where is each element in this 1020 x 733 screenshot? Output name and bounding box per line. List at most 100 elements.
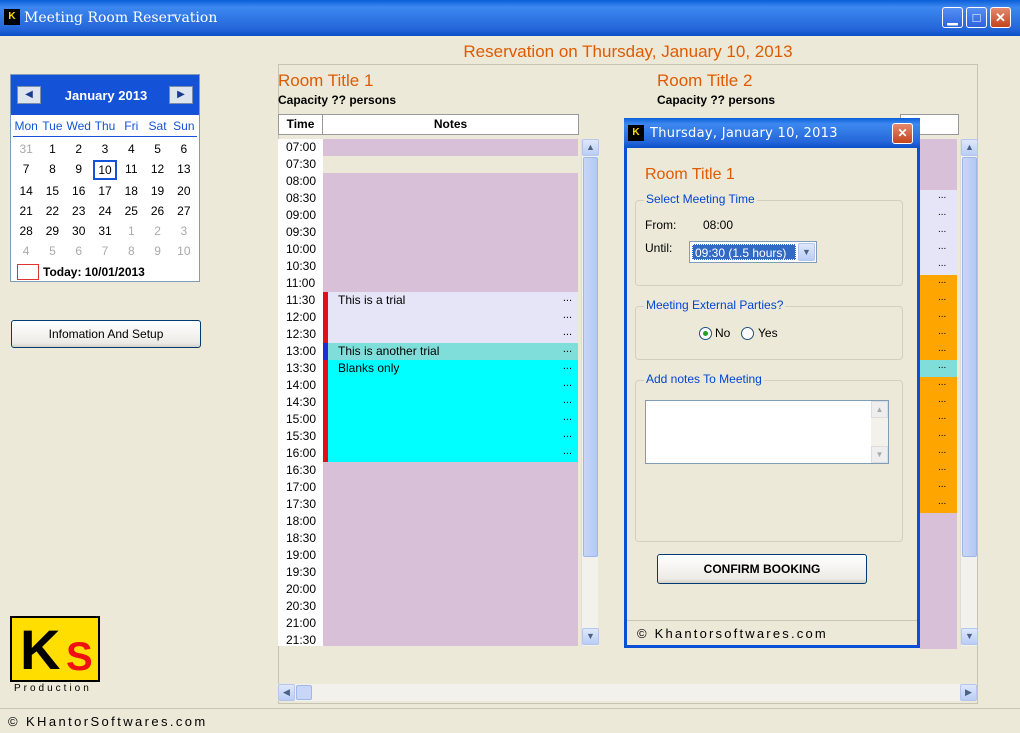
slot-more-icon[interactable]: ... (938, 207, 946, 218)
schedule-row[interactable]: 13:00 This is another trial... (278, 343, 578, 360)
calendar-day[interactable]: 3 (171, 221, 197, 241)
calendar-day[interactable]: 16 (66, 181, 92, 201)
calendar-day[interactable]: 21 (13, 201, 39, 221)
slot-note[interactable]: This is a trial... (323, 292, 578, 309)
calendar-day[interactable]: 12 (144, 159, 170, 179)
slot-more-icon[interactable]: ... (938, 377, 946, 388)
slot-note[interactable]: ... (323, 394, 578, 411)
slot-note[interactable] (323, 479, 578, 496)
slot-more-icon[interactable]: ... (938, 309, 946, 320)
slot-note[interactable] (323, 496, 578, 513)
schedule-row[interactable]: 21:00 (278, 615, 578, 632)
room-2-slot[interactable]: ... (920, 479, 957, 496)
slot-note[interactable]: This is another trial... (323, 343, 578, 360)
calendar-day[interactable]: 6 (171, 139, 197, 159)
slot-note[interactable]: ... (323, 326, 578, 343)
slot-more-icon[interactable]: ... (938, 326, 946, 337)
slot-more-icon[interactable]: ... (938, 360, 946, 371)
calendar-day[interactable]: 18 (118, 181, 144, 201)
slot-note[interactable] (323, 241, 578, 258)
calendar-day-selected[interactable]: 10 (92, 160, 118, 180)
schedule-row[interactable]: 15:00... (278, 411, 578, 428)
slot-note[interactable] (323, 530, 578, 547)
calendar-day[interactable]: 2 (66, 139, 92, 159)
calendar-day[interactable]: 31 (13, 139, 39, 159)
schedule-row[interactable]: 17:30 (278, 496, 578, 513)
horizontal-scrollbar[interactable]: ◀ ▶ (278, 684, 977, 701)
room-2-slot[interactable] (920, 156, 957, 173)
calendar-day[interactable]: 29 (39, 221, 65, 241)
schedule-row[interactable]: 09:30 (278, 224, 578, 241)
slot-more-icon[interactable]: ... (938, 343, 946, 354)
slot-note[interactable] (323, 190, 578, 207)
room-2-vertical-scrollbar[interactable]: ▲ ▼ (960, 139, 978, 646)
room-2-slot[interactable] (920, 139, 957, 156)
scroll-down-icon[interactable]: ▼ (961, 628, 978, 645)
schedule-row[interactable]: 13:30 Blanks only... (278, 360, 578, 377)
room-2-slot[interactable]: ... (920, 207, 957, 224)
slot-note[interactable]: ... (323, 411, 578, 428)
slot-note[interactable]: ... (323, 428, 578, 445)
no-radio[interactable] (699, 327, 712, 340)
calendar-day[interactable]: 23 (66, 201, 92, 221)
room-2-slot[interactable]: ... (920, 292, 957, 309)
slot-more-icon[interactable]: ... (938, 479, 946, 490)
slot-more-icon[interactable]: ... (563, 428, 572, 440)
until-select[interactable]: 09:30 (1.5 hours) ▼ (689, 241, 817, 263)
notes-scrollbar[interactable]: ▲ ▼ (871, 401, 888, 463)
room-2-slot[interactable]: ... (920, 360, 957, 377)
scroll-thumb[interactable] (962, 157, 977, 557)
calendar-day[interactable]: 7 (13, 159, 39, 179)
room-2-slot[interactable]: ... (920, 343, 957, 360)
prev-month-button[interactable]: ◀ (17, 86, 41, 104)
calendar-day[interactable]: 14 (13, 181, 39, 201)
no-radio-label[interactable]: No (715, 326, 730, 340)
slot-more-icon[interactable]: ... (938, 462, 946, 473)
room-2-slot[interactable] (920, 581, 957, 598)
schedule-row[interactable]: 11:30 This is a trial... (278, 292, 578, 309)
schedule-row[interactable]: 16:30 (278, 462, 578, 479)
slot-more-icon[interactable]: ... (938, 190, 946, 201)
calendar-day[interactable]: 9 (144, 241, 170, 261)
slot-note[interactable] (323, 156, 578, 173)
calendar-day[interactable]: 11 (118, 159, 144, 179)
slot-more-icon[interactable]: ... (563, 377, 572, 389)
calendar-day[interactable]: 2 (144, 221, 170, 241)
calendar-day[interactable]: 8 (39, 159, 65, 179)
calendar-day[interactable]: 30 (66, 221, 92, 241)
calendar-day[interactable]: 1 (118, 221, 144, 241)
calendar-day[interactable]: 22 (39, 201, 65, 221)
room-2-slot[interactable]: ... (920, 275, 957, 292)
scroll-up-icon[interactable]: ▲ (871, 401, 888, 418)
calendar-day[interactable]: 25 (118, 201, 144, 221)
room-2-slot[interactable] (920, 173, 957, 190)
calendar-day[interactable]: 3 (92, 139, 118, 159)
slot-more-icon[interactable]: ... (938, 224, 946, 235)
schedule-row[interactable]: 12:30... (278, 326, 578, 343)
slot-more-icon[interactable]: ... (563, 360, 572, 372)
time-column-header[interactable]: Time (278, 114, 323, 135)
close-button[interactable]: ✕ (990, 7, 1011, 28)
room-2-slot[interactable]: ... (920, 377, 957, 394)
room-2-slot[interactable]: ... (920, 445, 957, 462)
schedule-row[interactable]: 20:30 (278, 598, 578, 615)
slot-more-icon[interactable]: ... (563, 326, 572, 338)
schedule-row[interactable]: 21:30 (278, 632, 578, 646)
room-2-slot[interactable] (920, 564, 957, 581)
schedule-row[interactable]: 14:30... (278, 394, 578, 411)
information-setup-button[interactable]: Infomation And Setup (11, 320, 201, 348)
scroll-thumb[interactable] (583, 157, 598, 557)
calendar-day[interactable]: 28 (13, 221, 39, 241)
schedule-row[interactable]: 15:30... (278, 428, 578, 445)
slot-more-icon[interactable]: ... (938, 241, 946, 252)
slot-more-icon[interactable]: ... (563, 394, 572, 406)
minimize-button[interactable]: ▁ (942, 7, 963, 28)
schedule-row[interactable]: 08:00 (278, 173, 578, 190)
calendar-day[interactable]: 6 (66, 241, 92, 261)
slot-more-icon[interactable]: ... (938, 445, 946, 456)
schedule-row[interactable]: 18:30 (278, 530, 578, 547)
scroll-down-icon[interactable]: ▼ (582, 628, 599, 645)
room-2-slot[interactable]: ... (920, 428, 957, 445)
scroll-right-icon[interactable]: ▶ (960, 684, 977, 701)
slot-more-icon[interactable]: ... (938, 275, 946, 286)
